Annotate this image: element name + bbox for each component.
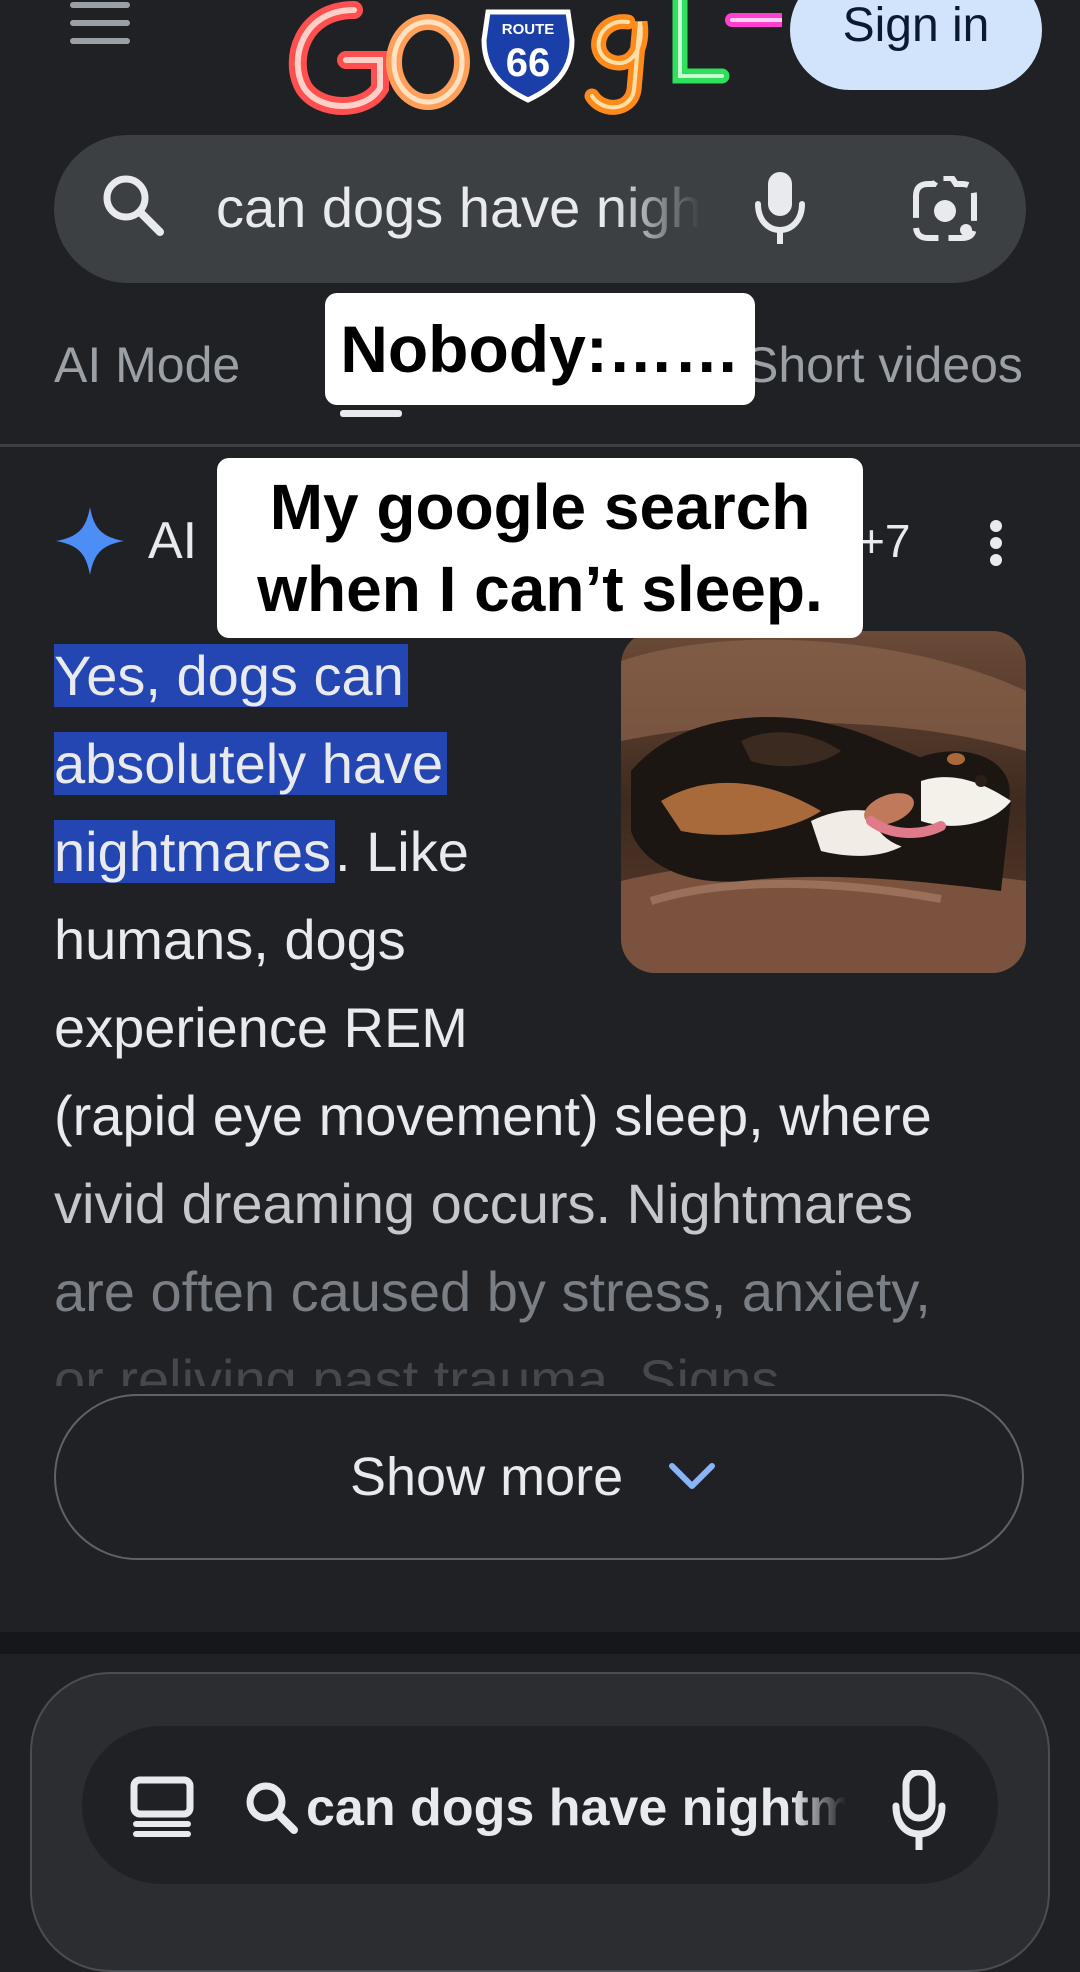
active-tab-indicator bbox=[340, 410, 402, 417]
microphone-icon[interactable] bbox=[890, 1768, 948, 1854]
answer-text: . Like bbox=[335, 820, 469, 883]
dog-sleeping-image[interactable] bbox=[621, 631, 1026, 973]
search-icon bbox=[100, 172, 166, 238]
caption-top: Nobody:…… bbox=[325, 293, 755, 405]
caption-middle-line: My google search bbox=[269, 471, 811, 543]
tab-short-videos[interactable]: Short videos bbox=[745, 330, 1023, 400]
bottom-search-input[interactable]: can dogs have nightmares bbox=[306, 1770, 846, 1846]
sources-count[interactable]: +7 bbox=[858, 508, 910, 574]
chevron-down-icon bbox=[668, 1460, 716, 1494]
answer-line: experience REM bbox=[54, 996, 468, 1059]
answer-highlight: absolutely have bbox=[54, 732, 448, 795]
hamburger-menu-icon[interactable] bbox=[68, 0, 132, 46]
search-icon bbox=[244, 1780, 298, 1834]
google-lens-icon[interactable] bbox=[910, 175, 980, 242]
answer-highlight: Yes, dogs can bbox=[54, 644, 408, 707]
show-more-label: Show more bbox=[350, 1447, 624, 1507]
ai-sparkle-icon bbox=[54, 505, 126, 577]
tab-ai-mode[interactable]: AI Mode bbox=[54, 330, 240, 400]
tabs-icon[interactable] bbox=[130, 1776, 194, 1838]
caption-middle: My google search when I can’t sleep. bbox=[217, 458, 863, 638]
google-doodle-logo[interactable]: ROUTE 66 bbox=[282, 0, 789, 118]
answer-highlight: nightmares bbox=[54, 820, 336, 883]
answer-line: (rapid eye movement) sleep, where bbox=[54, 1084, 932, 1147]
ai-overview-label: AI bbox=[148, 512, 198, 570]
microphone-icon[interactable] bbox=[752, 170, 808, 250]
section-divider bbox=[0, 1632, 1080, 1654]
route-sign-number: 66 bbox=[506, 41, 551, 85]
answer-line: or reliving past trauma. Signs bbox=[54, 1348, 780, 1386]
search-input[interactable]: can dogs have nightmares bbox=[216, 170, 701, 246]
answer-line: vivid dreaming occurs. Nightmares bbox=[54, 1172, 913, 1235]
answer-line: are often caused by stress, anxiety, bbox=[54, 1260, 931, 1323]
tabs-divider bbox=[0, 444, 1080, 447]
more-options-icon[interactable] bbox=[988, 520, 1004, 566]
route-sign-text: ROUTE bbox=[502, 21, 555, 38]
sign-in-button[interactable]: Sign in bbox=[790, 0, 1042, 90]
caption-middle-line: when I can’t sleep. bbox=[257, 553, 823, 625]
